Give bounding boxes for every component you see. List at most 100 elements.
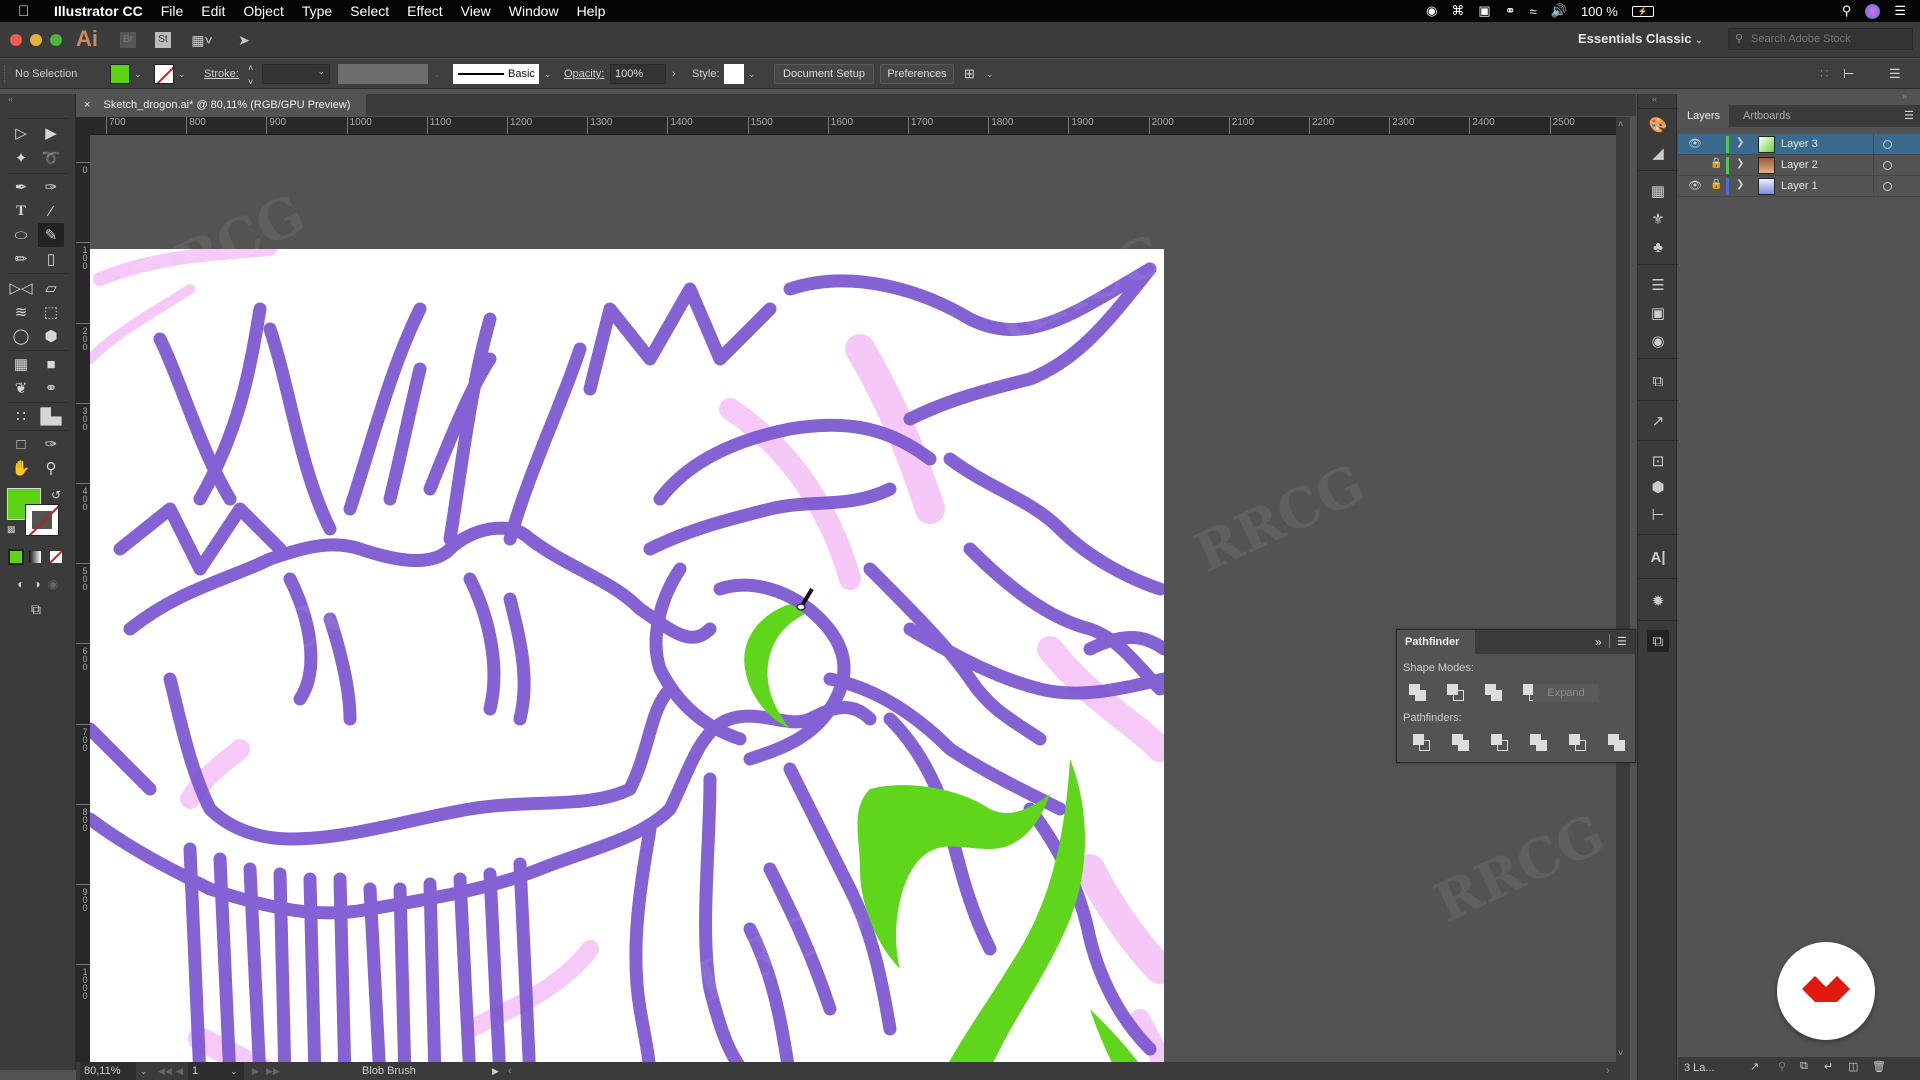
symbols-icon[interactable]: ♣ (1647, 236, 1669, 258)
transform-panel-icon[interactable]: ⊡ (1647, 450, 1669, 472)
3d-panel-icon[interactable]: ⬢ (1647, 476, 1669, 498)
command-icon[interactable]: ⌘ (1451, 3, 1464, 19)
style-dropdown-icon[interactable]: ⌄ (748, 59, 756, 89)
dragon-sketch-artwork[interactable] (90, 249, 1164, 1062)
free-transform-tool-icon[interactable]: ⬚ (38, 300, 64, 324)
layer-name[interactable]: Layer 1 (1781, 180, 1818, 192)
mesh-tool-icon[interactable]: ▦ (8, 352, 34, 376)
collapse-panel-icon[interactable]: » (1595, 635, 1602, 649)
visibility-eye-icon[interactable]: 👁 (1688, 179, 1702, 192)
expand-layer-icon[interactable]: ❯ (1736, 137, 1744, 148)
fill-swatch[interactable] (110, 64, 130, 84)
opacity-input[interactable]: 100% (610, 64, 666, 84)
close-document-icon[interactable]: × (84, 99, 90, 111)
magic-wand-tool-icon[interactable]: ✦ (8, 146, 34, 170)
workspace-switcher[interactable]: Essentials Classic ⌄ (1578, 31, 1703, 46)
minus-back-icon[interactable] (1608, 734, 1626, 752)
last-artboard-icon[interactable]: ▶▶ (266, 1062, 280, 1080)
notification-center-icon[interactable]: ☰ (1894, 3, 1906, 19)
expand-dock-icon[interactable]: « (1652, 94, 1657, 104)
artboard-dropdown-icon[interactable]: ⌄ (230, 1062, 238, 1080)
shear-tool-icon[interactable]: ▱ (38, 276, 64, 300)
menu-view[interactable]: View (461, 3, 491, 19)
symbol-sprayer-tool-icon[interactable]: ∷ (8, 404, 34, 428)
lock-icon[interactable]: 🔒 (1710, 179, 1722, 190)
create-sublayer-icon[interactable]: ↵ (1824, 1060, 1833, 1073)
eyedropper-tool-icon[interactable]: ❦ (8, 376, 34, 400)
pathfinder-title[interactable]: Pathfinder (1397, 630, 1475, 654)
isolation-grid-icon[interactable]: ∷ (1820, 59, 1828, 89)
menu-edit[interactable]: Edit (201, 3, 225, 19)
pathfinder-header[interactable]: Pathfinder » ☰ (1397, 630, 1635, 654)
variable-width-dropdown-icon[interactable]: ⌄ (433, 59, 441, 89)
character-panel-icon[interactable]: A| (1647, 546, 1669, 568)
scroll-left-icon[interactable]: ‹ (508, 1062, 512, 1080)
blob-brush-tool-icon[interactable]: ✎ (38, 223, 64, 247)
scroll-up-icon[interactable]: ˄ (1618, 119, 1623, 129)
previous-artboard-icon[interactable]: ◀ (176, 1062, 183, 1080)
stroke-color-swatch-none[interactable] (25, 504, 59, 536)
menu-type[interactable]: Type (302, 3, 332, 19)
stroke-weight-input[interactable]: ⌄ (262, 64, 330, 84)
menu-effect[interactable]: Effect (407, 3, 443, 19)
hand-tool-icon[interactable]: ✋ (8, 456, 34, 480)
column-graph-tool-icon[interactable]: █▄ (38, 404, 64, 428)
stroke-swatch-none[interactable] (154, 64, 174, 84)
curvature-tool-icon[interactable]: ✑ (38, 175, 64, 199)
delete-layer-icon[interactable]: 🗑 (1872, 1060, 1886, 1073)
vertical-scrollbar[interactable]: ˄ ˅ (1616, 117, 1630, 1062)
export-asset-icon[interactable]: ↗ (1647, 410, 1669, 432)
bookmark-icon[interactable]: ▣ (1478, 3, 1490, 19)
spotlight-search-icon[interactable]: ⚲ (1842, 3, 1852, 19)
make-clipping-mask-icon[interactable]: ⧉ (1800, 1060, 1808, 1073)
variable-width-profile[interactable] (338, 64, 428, 84)
horizontal-ruler[interactable]: 700 800 900 1000 1100 1200 1300 1400 1500 1600 170… (76, 117, 1616, 135)
bridge-icon[interactable]: Br (120, 32, 136, 48)
gradient-mode-button[interactable] (29, 551, 41, 563)
intersect-icon[interactable] (1485, 684, 1503, 702)
slice-tool-icon[interactable]: ✑ (38, 432, 64, 456)
vertical-ruler[interactable]: 10001002003004005006007008009001000 (76, 117, 90, 1062)
screen-record-icon[interactable]: ◉ (1426, 3, 1437, 19)
default-fill-stroke-icon[interactable]: ▩ (7, 524, 16, 535)
scroll-right-icon[interactable]: › (1606, 1062, 1610, 1080)
none-mode-button[interactable] (50, 551, 62, 563)
stock-icon[interactable]: St (155, 32, 171, 48)
menu-object[interactable]: Object (243, 3, 283, 19)
expand-button[interactable]: Expand (1533, 684, 1599, 702)
trim-icon[interactable] (1452, 734, 1470, 752)
collapse-toolbar-icon[interactable]: « (8, 94, 13, 104)
color-mode-button[interactable] (8, 549, 24, 565)
stroke-panel-icon[interactable]: ☰ (1647, 274, 1669, 296)
current-tool-status[interactable]: Blob Brush (362, 1062, 416, 1080)
line-segment-tool-icon[interactable]: ⁄ (38, 199, 64, 223)
layer-name[interactable]: Layer 3 (1781, 138, 1818, 150)
shape-builder-tool-icon[interactable]: ◯ (8, 324, 34, 348)
window-minimize-button[interactable] (30, 34, 42, 46)
appearance-panel-icon[interactable]: ✹ (1647, 590, 1669, 612)
tab-artboards[interactable]: Artboards (1734, 105, 1800, 127)
gradient-panel-icon[interactable]: ▣ (1647, 302, 1669, 324)
control-bar-grip[interactable] (4, 65, 7, 83)
search-adobe-stock-input[interactable]: ⚲ Search Adobe Stock (1728, 28, 1913, 50)
perspective-grid-tool-icon[interactable]: ⬢ (38, 324, 64, 348)
layer-target-icon[interactable] (1883, 161, 1892, 170)
layer-target-icon[interactable] (1883, 140, 1892, 149)
transparency-icon[interactable]: ◉ (1647, 330, 1669, 352)
brushes-icon[interactable]: ⚜ (1647, 208, 1669, 230)
zoom-tool-icon[interactable]: ⚲ (38, 456, 64, 480)
draw-inside-icon[interactable]: ◉ (40, 572, 66, 596)
artboard-tool-icon[interactable]: □ (8, 432, 34, 456)
type-tool-icon[interactable]: T (8, 199, 34, 223)
brush-dropdown-icon[interactable]: ⌄ (544, 59, 552, 89)
layer-target-icon[interactable] (1883, 182, 1892, 191)
outline-icon[interactable] (1569, 734, 1587, 752)
opacity-label[interactable]: Opacity: (564, 59, 604, 89)
opacity-expand-icon[interactable]: › (672, 59, 676, 89)
layer-row[interactable]: 🔒 ❯ Layer 2 (1678, 155, 1920, 176)
divide-icon[interactable] (1413, 734, 1431, 752)
eraser-tool-icon[interactable]: ▯ (38, 247, 64, 271)
lock-icon[interactable]: 🔒 (1710, 158, 1722, 169)
battery-icon[interactable]: ⚡ (1631, 5, 1654, 17)
pathfinder-panel-icon[interactable]: ⧉ (1647, 630, 1669, 652)
